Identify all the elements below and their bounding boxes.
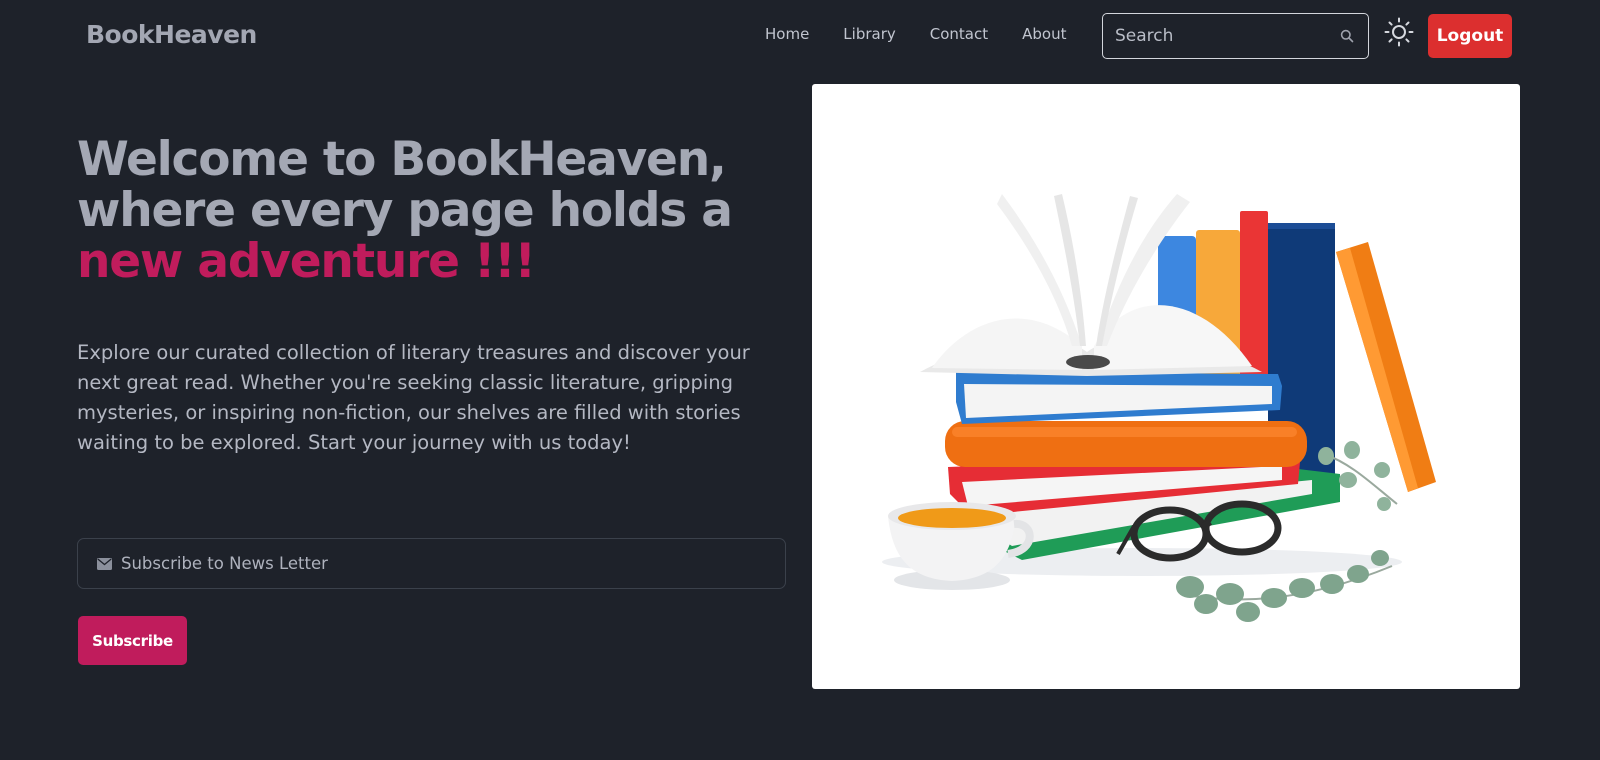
nav-link-home[interactable]: Home [765, 25, 809, 43]
search-icon[interactable] [1340, 29, 1354, 43]
hero-illustration [812, 84, 1520, 689]
subscribe-button[interactable]: Subscribe [78, 616, 187, 665]
nav-link-about[interactable]: About [1022, 25, 1066, 43]
nav-link-library[interactable]: Library [843, 25, 895, 43]
brand-logo[interactable]: BookHeaven [86, 20, 257, 49]
hero-title-accent: new adventure !!! [77, 234, 536, 289]
books-illustration [882, 194, 1436, 622]
logout-button[interactable]: Logout [1428, 14, 1512, 58]
newsletter-input[interactable] [121, 539, 761, 588]
hero-title-line2: where every page holds a [77, 183, 733, 238]
search-box [1102, 13, 1369, 59]
nav-link-contact[interactable]: Contact [930, 25, 988, 43]
hero-description: Explore our curated collection of litera… [77, 341, 750, 454]
newsletter-field [77, 538, 786, 589]
sun-icon[interactable] [1383, 16, 1415, 48]
hero-title: Welcome to BookHeaven, where every page … [77, 134, 797, 287]
navbar: BookHeaven Home Library Contact About Lo… [0, 0, 1600, 72]
nav-links: Home Library Contact About [765, 25, 1100, 43]
mail-icon [97, 558, 112, 570]
search-input[interactable] [1103, 14, 1333, 58]
hero-title-line1: Welcome to BookHeaven, [77, 132, 727, 187]
